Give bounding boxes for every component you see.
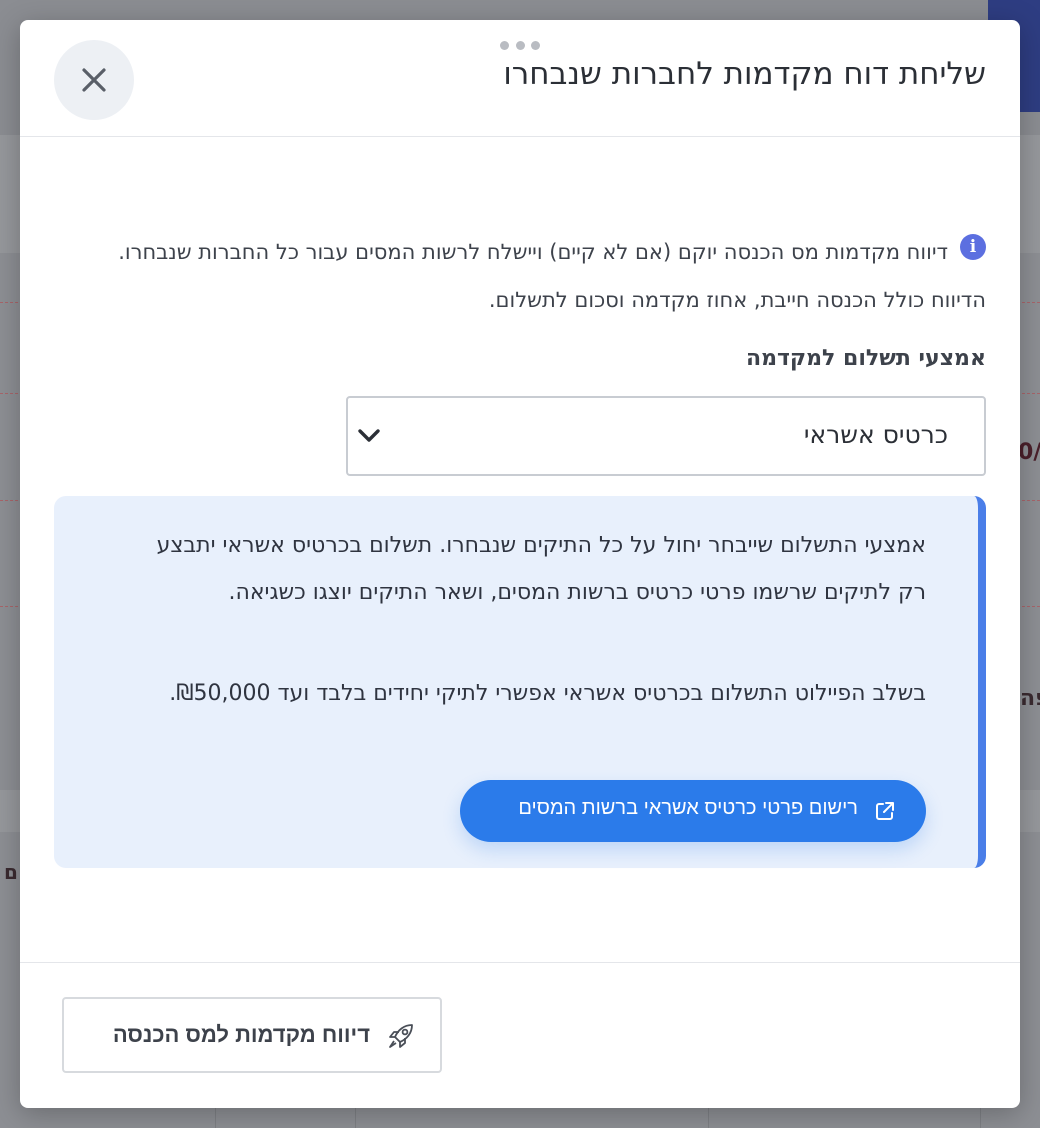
register-button-label: רישום פרטי כרטיס אשראי ברשות המסים: [518, 797, 858, 819]
modal-title: שליחת דוח מקדמות לחברות שנבחרו: [503, 56, 986, 92]
close-icon: [82, 68, 106, 92]
modal-header: שליחת דוח מקדמות לחברות שנבחרו: [20, 20, 1020, 137]
rocket-icon: [389, 1024, 413, 1048]
credit-card-notice: אמצעי התשלום שייבחר יחול על כל התיקים שנ…: [54, 496, 986, 868]
chevron-down-icon: [358, 429, 380, 442]
info-text: דיווח מקדמות מס הכנסה יוקם (אם לא קיים) …: [118, 240, 986, 312]
payment-method-select[interactable]: כרטיס אשראי: [346, 396, 986, 476]
close-button[interactable]: [54, 40, 134, 120]
modal-footer: דיווח מקדמות למס הכנסה: [20, 962, 1020, 1108]
background-text-fragment: ם: [4, 860, 18, 884]
info-message: דיווח מקדמות מס הכנסה יוקם (אם לא קיים) …: [76, 228, 986, 324]
background-text-fragment: פה: [1020, 686, 1040, 711]
external-link-icon: [876, 802, 894, 820]
submit-advances-button[interactable]: דיווח מקדמות למס הכנסה: [62, 997, 442, 1073]
send-advances-modal: שליחת דוח מקדמות לחברות שנבחרו i דיווח מ…: [20, 20, 1020, 1108]
drag-handle[interactable]: [500, 41, 540, 51]
payment-method-value: כרטיס אשראי: [803, 420, 948, 449]
register-credit-card-button[interactable]: רישום פרטי כרטיס אשראי ברשות המסים: [460, 780, 926, 842]
notice-paragraph: אמצעי התשלום שייבחר יחול על כל התיקים שנ…: [156, 533, 926, 605]
background-text-fragment: /0: [1018, 440, 1040, 465]
notice-paragraph: בשלב הפיילוט התשלום בכרטיס אשראי אפשרי ל…: [169, 681, 926, 706]
payment-method-label: אמצעי תשלום למקדמה: [745, 346, 986, 371]
submit-button-label: דיווח מקדמות למס הכנסה: [112, 1022, 370, 1047]
